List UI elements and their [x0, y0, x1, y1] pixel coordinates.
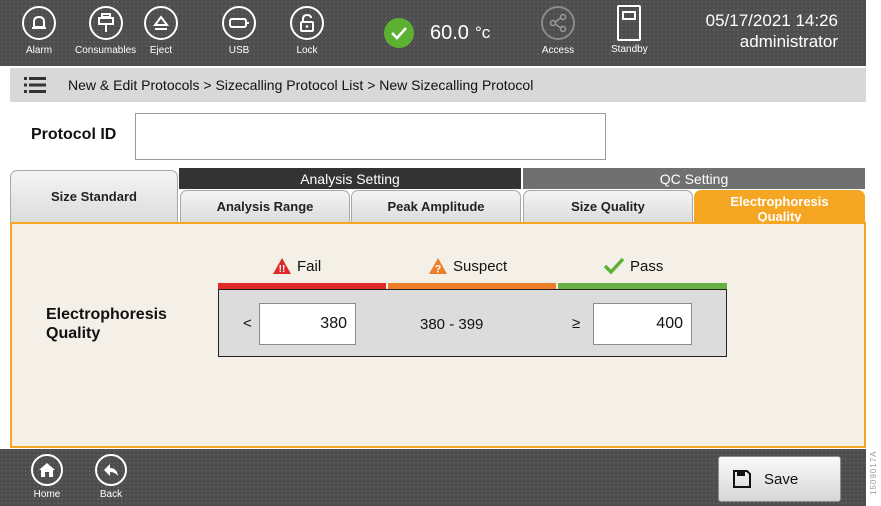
tab-size-standard[interactable]: Size Standard	[10, 170, 178, 222]
menu-icon[interactable]	[24, 77, 46, 93]
home-icon	[31, 454, 63, 486]
figure-id: 1509017A	[869, 450, 878, 496]
tab-peak-amplitude[interactable]: Peak Amplitude	[351, 190, 521, 222]
electrophoresis-quality-label: Electrophoresis Quality	[46, 305, 167, 343]
consumables-button[interactable]: Consumables	[75, 6, 136, 56]
consumables-icon	[88, 6, 123, 40]
analysis-setting-group-header: Analysis Setting	[179, 168, 521, 189]
floppy-disk-icon	[733, 470, 751, 488]
alarm-label: Alarm	[25, 45, 53, 56]
tab-size-quality[interactable]: Size Quality	[523, 190, 693, 222]
pass-threshold-input[interactable]	[593, 303, 692, 345]
save-label: Save	[764, 470, 799, 488]
standby-button[interactable]: Standby	[611, 5, 648, 55]
pass-operator: ≥	[572, 315, 581, 332]
lock-label: Lock	[296, 45, 318, 56]
pass-label: Pass	[630, 257, 664, 275]
question-warning-icon: ?	[429, 258, 447, 276]
alarm-button[interactable]: Alarm	[22, 6, 56, 56]
back-button[interactable]: Back	[95, 454, 127, 500]
consumables-label: Consumables	[75, 45, 137, 56]
usb-icon	[222, 6, 256, 40]
pass-header: Pass	[603, 257, 663, 275]
standby-icon	[617, 5, 642, 41]
svg-text:!!: !!	[279, 264, 286, 275]
usb-button[interactable]: USB	[222, 6, 256, 56]
suspect-label: Suspect	[453, 257, 508, 275]
lock-icon	[290, 6, 324, 40]
qc-setting-group-header: QC Setting	[523, 168, 865, 189]
eject-icon	[144, 6, 178, 40]
usb-label: USB	[228, 45, 250, 56]
access-label: Access	[541, 45, 575, 56]
datetime-user: 05/17/2021 14:26 administrator	[706, 10, 838, 52]
temperature-status: 60.0 °c	[384, 16, 490, 50]
access-button[interactable]: Access	[541, 6, 575, 56]
fail-label: Fail	[297, 257, 322, 275]
eject-label: Eject	[149, 45, 173, 56]
checkmark-icon	[603, 257, 625, 275]
fail-threshold-input[interactable]	[259, 303, 356, 345]
back-label: Back	[99, 489, 123, 500]
tab-electrophoresis-label-line1: Electrophoresis	[730, 193, 829, 209]
user-name: administrator	[739, 32, 838, 51]
date-time: 05/17/2021 14:26	[705, 11, 838, 30]
lock-button[interactable]: Lock	[290, 6, 324, 56]
check-icon	[384, 18, 414, 48]
eject-button[interactable]: Eject	[144, 6, 178, 56]
tab-analysis-range[interactable]: Analysis Range	[180, 190, 350, 222]
back-icon	[95, 454, 127, 486]
home-button[interactable]: Home	[31, 454, 63, 500]
standby-label: Standby	[611, 44, 648, 55]
home-label: Home	[33, 489, 61, 500]
suspect-header: ? Suspect	[428, 257, 507, 275]
breadcrumb-bar: New & Edit Protocols > Sizecalling Proto…	[10, 68, 866, 102]
tab-electrophoresis-quality[interactable]: Electrophoresis Quality	[694, 190, 865, 226]
breadcrumb: New & Edit Protocols > Sizecalling Proto…	[68, 77, 534, 93]
temperature-unit: °c	[474, 23, 491, 42]
fail-header: !! Fail	[272, 257, 321, 275]
temperature-value: 60.0	[430, 21, 469, 44]
suspect-range: 380 - 399	[420, 316, 484, 333]
save-button[interactable]: Save	[718, 456, 841, 502]
fail-operator: <	[243, 315, 252, 332]
top-toolbar: Alarm Consumables Eject USB Lock 60.0 °c	[0, 0, 866, 66]
protocol-id-input[interactable]	[135, 113, 606, 160]
protocol-id-label: Protocol ID	[31, 126, 117, 143]
warning-icon: !!	[273, 258, 291, 275]
eq-label-line1: Electrophoresis	[46, 306, 167, 323]
alarm-icon	[22, 6, 56, 40]
share-icon	[541, 6, 575, 40]
eq-label-line2: Quality	[46, 325, 101, 342]
svg-text:?: ?	[435, 264, 442, 276]
